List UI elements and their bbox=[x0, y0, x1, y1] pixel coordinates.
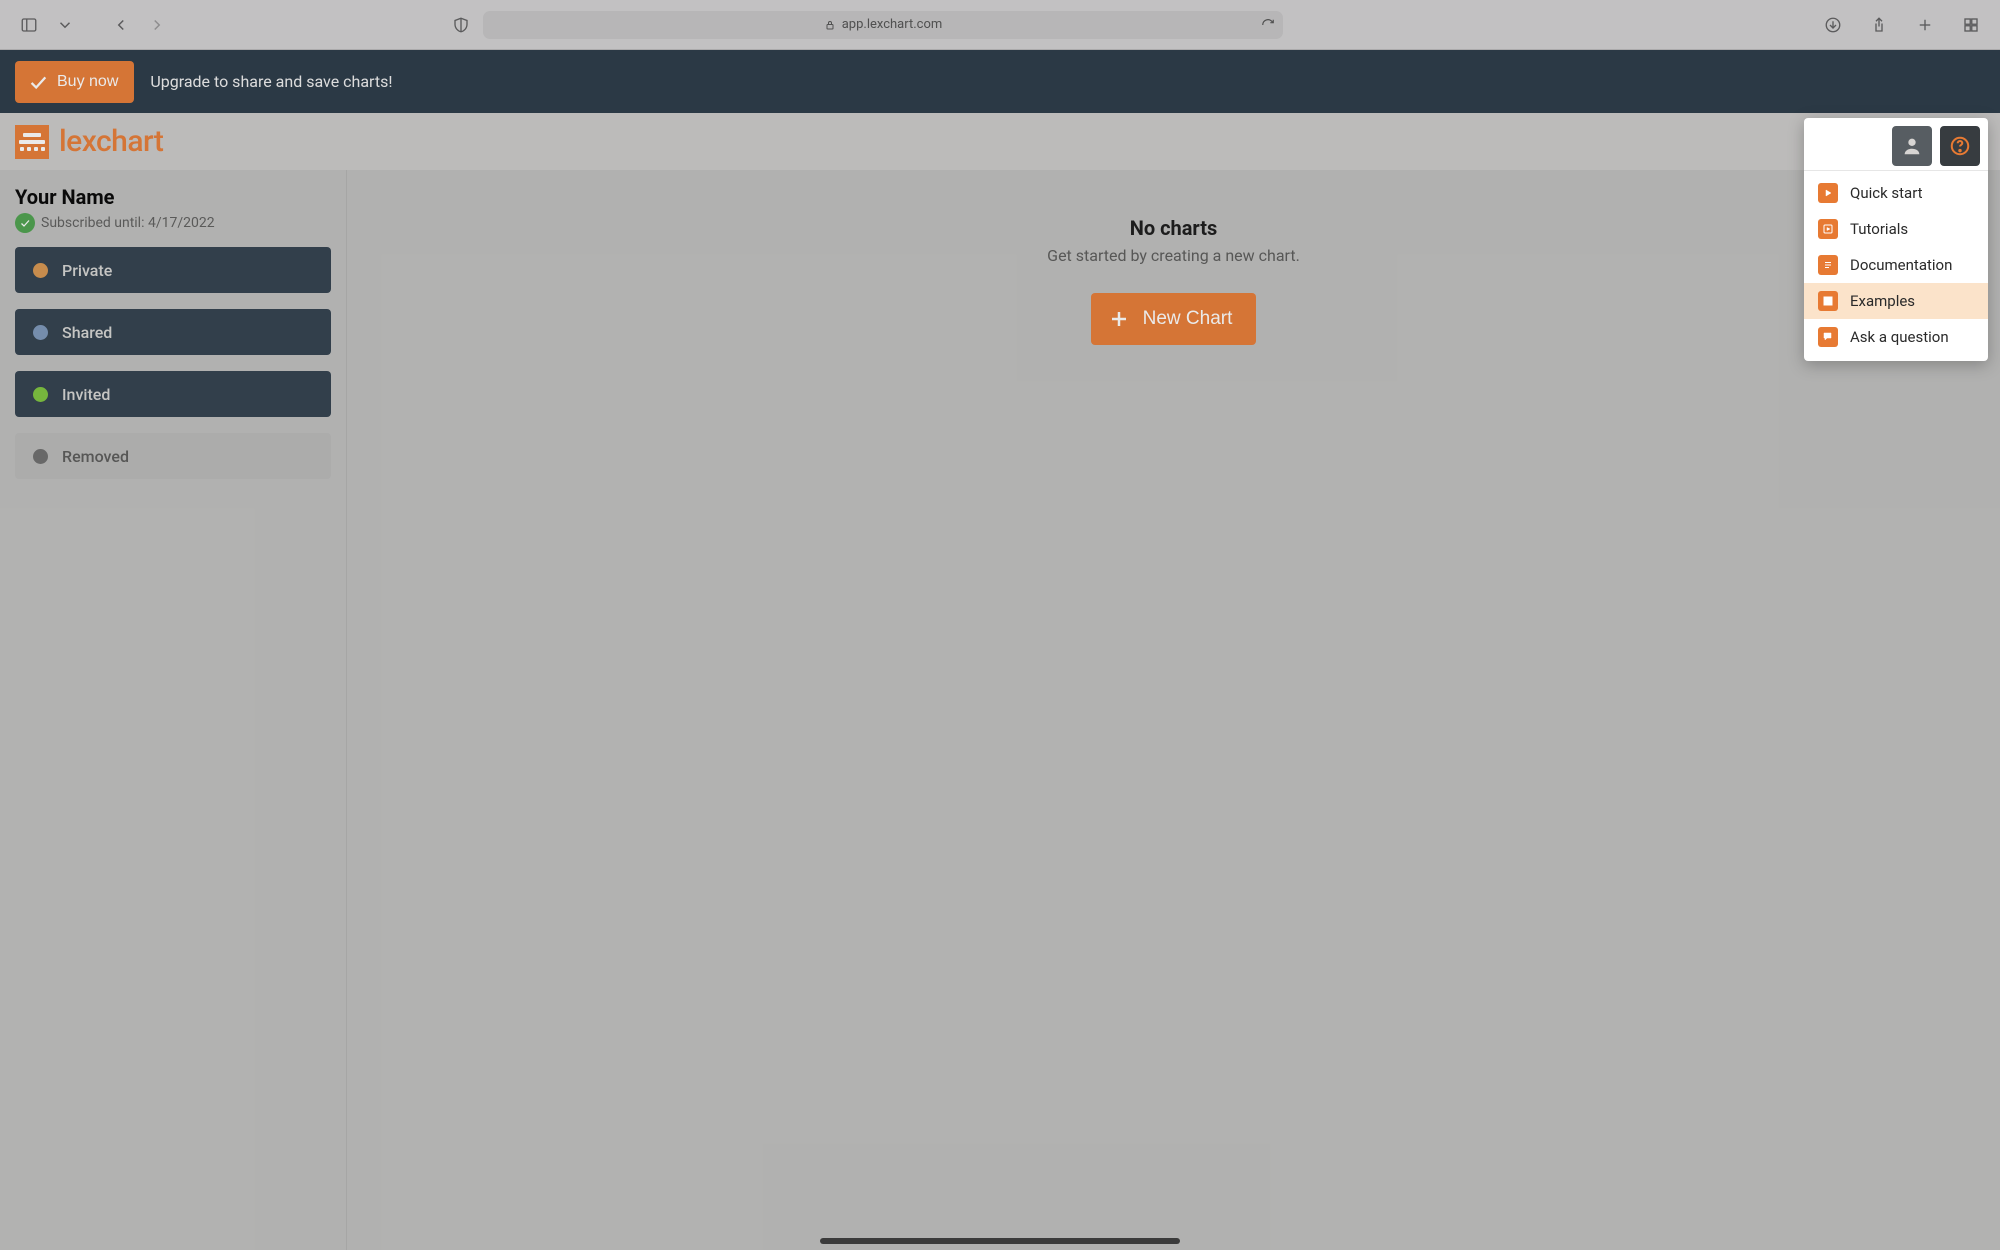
reload-icon[interactable] bbox=[1261, 18, 1275, 32]
help-menu-item-label: Quick start bbox=[1850, 184, 1923, 202]
help-menu: Quick start Tutorials Documentation Example… bbox=[1804, 118, 1988, 361]
lock-icon bbox=[824, 19, 836, 31]
help-icon bbox=[1949, 135, 1971, 157]
play-icon bbox=[1818, 183, 1838, 203]
help-menu-item-label: Examples bbox=[1850, 292, 1915, 310]
subscription-text: Subscribed until: 4/17/2022 bbox=[41, 215, 215, 231]
verified-badge-icon bbox=[15, 213, 35, 233]
logo-mark-icon bbox=[15, 125, 49, 159]
buy-now-label: Buy now bbox=[57, 73, 118, 91]
help-menu-item-ask-a-question[interactable]: Ask a question bbox=[1804, 319, 1988, 355]
help-menu-item-examples[interactable]: Examples bbox=[1804, 283, 1988, 319]
new-chart-label: New Chart bbox=[1143, 308, 1233, 330]
tabs-icon[interactable] bbox=[1957, 11, 1985, 39]
forward-icon[interactable] bbox=[143, 11, 171, 39]
plus-icon bbox=[1107, 307, 1131, 331]
buy-now-button[interactable]: Buy now bbox=[15, 61, 134, 103]
divider bbox=[1804, 170, 1988, 171]
help-menu-item-tutorials[interactable]: Tutorials bbox=[1804, 211, 1988, 247]
profile-button[interactable] bbox=[1892, 126, 1932, 166]
back-icon[interactable] bbox=[107, 11, 135, 39]
sidebar-item-label: Shared bbox=[62, 323, 112, 342]
browser-chrome: app.lexchart.com bbox=[0, 0, 2000, 50]
status-dot-icon bbox=[33, 387, 48, 402]
address-bar[interactable]: app.lexchart.com bbox=[483, 11, 1283, 39]
sidebar-item-removed[interactable]: Removed bbox=[15, 433, 331, 479]
home-indicator bbox=[820, 1238, 1180, 1244]
user-name-title: Your Name bbox=[15, 185, 331, 209]
help-menu-item-quick-start[interactable]: Quick start bbox=[1804, 175, 1988, 211]
help-menu-item-documentation[interactable]: Documentation bbox=[1804, 247, 1988, 283]
main-content: No charts Get started by creating a new … bbox=[347, 170, 2000, 1250]
empty-subtitle: Get started by creating a new chart. bbox=[1047, 246, 1300, 265]
app-header: lexchart bbox=[0, 113, 2000, 170]
status-dot-icon bbox=[33, 325, 48, 340]
sidebar-item-label: Invited bbox=[62, 385, 110, 404]
plus-icon[interactable] bbox=[1911, 11, 1939, 39]
subscription-row: Subscribed until: 4/17/2022 bbox=[15, 213, 331, 233]
sidebar: Your Name Subscribed until: 4/17/2022 Pr… bbox=[0, 170, 347, 1250]
sidebar-item-private[interactable]: Private bbox=[15, 247, 331, 293]
download-icon[interactable] bbox=[1819, 11, 1847, 39]
logo-text: lexchart bbox=[59, 124, 163, 159]
chevron-down-icon[interactable] bbox=[51, 11, 79, 39]
status-dot-icon bbox=[33, 449, 48, 464]
help-menu-item-label: Tutorials bbox=[1850, 220, 1908, 238]
shield-icon[interactable] bbox=[447, 11, 475, 39]
help-menu-item-label: Ask a question bbox=[1850, 328, 1949, 346]
url-text: app.lexchart.com bbox=[842, 17, 943, 32]
sidebar-item-shared[interactable]: Shared bbox=[15, 309, 331, 355]
upgrade-banner: Buy now Upgrade to share and save charts… bbox=[0, 50, 2000, 113]
sidebar-item-invited[interactable]: Invited bbox=[15, 371, 331, 417]
video-icon bbox=[1818, 219, 1838, 239]
sidebar-item-label: Removed bbox=[62, 447, 129, 466]
grid-icon bbox=[1818, 291, 1838, 311]
sidebar-item-label: Private bbox=[62, 261, 112, 280]
empty-title: No charts bbox=[1130, 216, 1218, 240]
help-menu-item-label: Documentation bbox=[1850, 256, 1952, 274]
upgrade-text: Upgrade to share and save charts! bbox=[150, 72, 392, 91]
user-icon bbox=[1901, 135, 1923, 157]
sidebar-toggle-icon[interactable] bbox=[15, 11, 43, 39]
status-dot-icon bbox=[33, 263, 48, 278]
logo[interactable]: lexchart bbox=[15, 124, 163, 159]
doc-icon bbox=[1818, 255, 1838, 275]
chat-icon bbox=[1818, 327, 1838, 347]
app-body: Your Name Subscribed until: 4/17/2022 Pr… bbox=[0, 170, 2000, 1250]
new-chart-button[interactable]: New Chart bbox=[1091, 293, 1257, 345]
help-button[interactable] bbox=[1940, 126, 1980, 166]
check-icon bbox=[27, 71, 49, 93]
share-icon[interactable] bbox=[1865, 11, 1893, 39]
